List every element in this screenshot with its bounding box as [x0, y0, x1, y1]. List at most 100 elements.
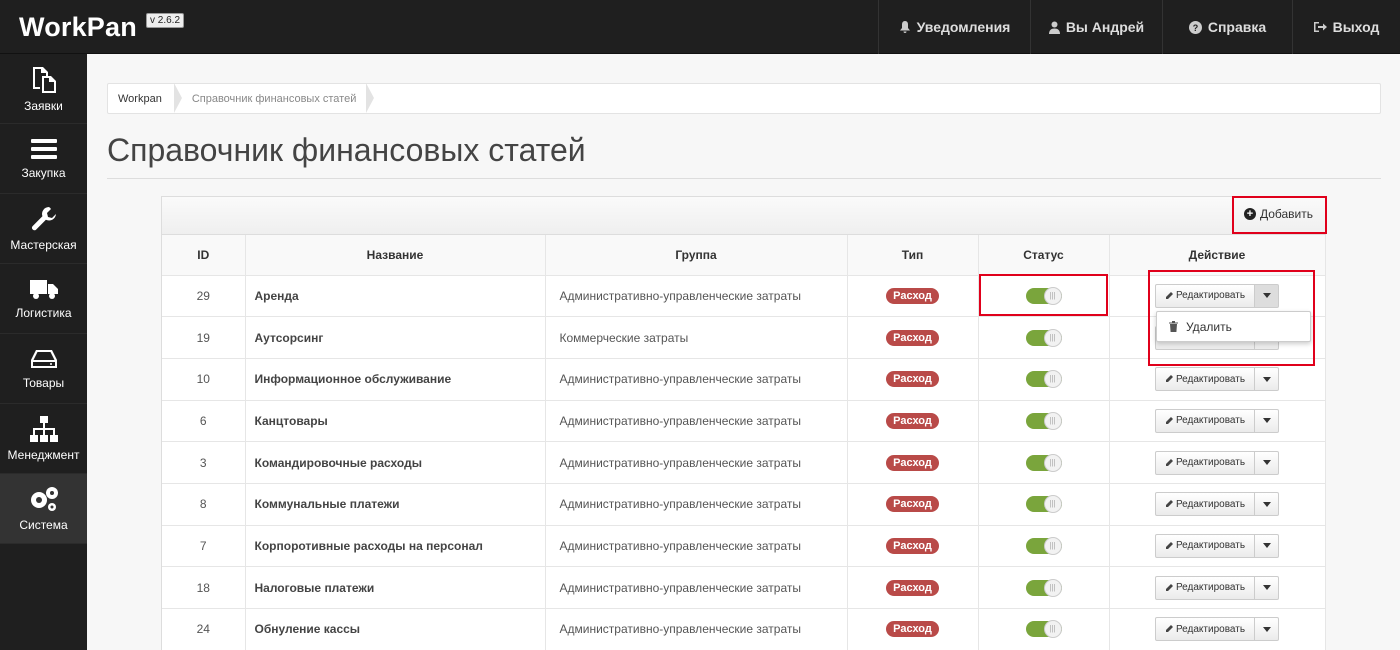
- type-badge: Расход: [886, 621, 939, 638]
- status-toggle[interactable]: |||: [1025, 495, 1062, 514]
- pencil-icon: [1165, 541, 1173, 549]
- bell-icon: [899, 20, 910, 33]
- cell-type: Расход: [847, 566, 979, 609]
- cell-action: Редактировать: [1109, 566, 1326, 609]
- user-label: Вы Андрей: [1065, 19, 1145, 35]
- cell-id: 24: [162, 608, 246, 650]
- cell-action: Редактировать: [1109, 400, 1326, 443]
- sidebar-item-requests[interactable]: Заявки: [0, 54, 87, 124]
- type-badge: Расход: [886, 329, 939, 346]
- column-header-type[interactable]: Тип: [847, 235, 979, 276]
- type-badge: Расход: [886, 537, 939, 554]
- sidebar-item-workshop[interactable]: Мастерская: [0, 194, 87, 264]
- user-icon: [1048, 21, 1060, 34]
- help-label: Справка: [1207, 19, 1267, 35]
- action-button-group: Редактировать: [1154, 575, 1280, 600]
- action-dropdown-toggle[interactable]: [1255, 367, 1280, 392]
- cell-group: Административно-управленческие затраты: [545, 566, 848, 609]
- cell-status: |||: [978, 358, 1110, 401]
- sidebar-item-system[interactable]: Система: [0, 474, 87, 544]
- breadcrumb-item-home[interactable]: Workpan: [108, 83, 182, 114]
- column-header-name[interactable]: Название: [245, 235, 546, 276]
- cell-id: 7: [162, 525, 246, 568]
- edit-button-label: Редактировать: [1175, 582, 1246, 594]
- type-badge: Расход: [886, 496, 939, 513]
- cell-type: Расход: [847, 441, 979, 484]
- type-badge: Расход: [886, 412, 939, 429]
- status-toggle[interactable]: |||: [1025, 578, 1062, 597]
- sidebar-item-logistics[interactable]: Логистика: [0, 264, 87, 334]
- action-dropdown-toggle[interactable]: [1255, 492, 1280, 517]
- status-toggle[interactable]: |||: [1025, 411, 1062, 430]
- edit-button-label: Редактировать: [1175, 498, 1246, 510]
- notifications-button[interactable]: Уведомления: [878, 0, 1030, 54]
- sidebar-item-label: Заявки: [24, 98, 63, 113]
- edit-button[interactable]: Редактировать: [1154, 575, 1256, 600]
- top-nav: Уведомления Вы Андрей ? Справка Выход: [878, 0, 1400, 54]
- help-button[interactable]: ? Справка: [1162, 0, 1292, 54]
- cell-name: Корпоротивные расходы на персонал: [245, 525, 546, 568]
- toggle-knob: |||: [1043, 578, 1062, 597]
- svg-text:?: ?: [1193, 23, 1199, 33]
- panel-header: + Добавить: [162, 197, 1325, 235]
- cell-group: Административно-управленческие затраты: [545, 525, 848, 568]
- edit-button-label: Редактировать: [1175, 623, 1246, 635]
- status-toggle[interactable]: |||: [1025, 453, 1062, 472]
- cell-name: Обнуление кассы: [245, 608, 546, 650]
- column-header-id[interactable]: ID: [162, 235, 246, 276]
- toggle-knob: |||: [1043, 495, 1062, 514]
- caret-down-icon: [1262, 543, 1271, 549]
- type-badge: Расход: [886, 579, 939, 596]
- edit-button[interactable]: Редактировать: [1154, 408, 1256, 433]
- cell-group: Административно-управленческие затраты: [545, 400, 848, 443]
- action-dropdown-toggle[interactable]: [1255, 533, 1280, 558]
- edit-button-label: Редактировать: [1175, 457, 1246, 469]
- status-toggle[interactable]: |||: [1025, 370, 1062, 389]
- logout-button[interactable]: Выход: [1292, 0, 1400, 54]
- action-dropdown-toggle[interactable]: [1255, 408, 1280, 433]
- edit-button-label: Редактировать: [1175, 373, 1246, 385]
- cell-status: |||: [978, 316, 1110, 359]
- cell-status: |||: [978, 608, 1110, 650]
- edit-button[interactable]: Редактировать: [1154, 367, 1256, 392]
- notifications-label: Уведомления: [916, 19, 1011, 35]
- cell-id: 6: [162, 400, 246, 443]
- breadcrumb: Workpan Справочник финансовых статей: [107, 83, 1381, 114]
- user-menu-button[interactable]: Вы Андрей: [1030, 0, 1162, 54]
- sidebar-item-management[interactable]: Менеджмент: [0, 404, 87, 474]
- cell-action: Редактировать: [1109, 441, 1326, 484]
- brand-logo[interactable]: WorkPan: [19, 12, 137, 43]
- table-row: 18 Налоговые платежи Административно-управ…: [162, 566, 1326, 609]
- column-header-group[interactable]: Группа: [545, 235, 848, 276]
- pencil-icon: [1165, 500, 1173, 508]
- cell-name: Командировочные расходы: [245, 441, 546, 484]
- cell-name: Канцтовары: [245, 400, 546, 443]
- pencil-icon: [1165, 416, 1173, 424]
- status-toggle[interactable]: |||: [1025, 328, 1062, 347]
- status-toggle[interactable]: |||: [1025, 536, 1062, 555]
- action-button-group: Редактировать: [1154, 367, 1280, 392]
- edit-button[interactable]: Редактировать: [1154, 617, 1256, 642]
- cell-type: Расход: [847, 275, 979, 318]
- cell-name: Аутсорсинг: [245, 316, 546, 359]
- status-toggle[interactable]: |||: [1025, 620, 1062, 639]
- action-dropdown-toggle[interactable]: [1255, 450, 1280, 475]
- pencil-icon: [1165, 375, 1173, 383]
- cell-name: Налоговые платежи: [245, 566, 546, 609]
- sidebar-item-goods[interactable]: Товары: [0, 334, 87, 404]
- documents-icon: [32, 66, 56, 93]
- edit-button[interactable]: Редактировать: [1154, 492, 1256, 517]
- sidebar-item-purchases[interactable]: Закупка: [0, 124, 87, 194]
- table-row: 7 Корпоротивные расходы на персонал Админи…: [162, 525, 1326, 568]
- gears-icon: [30, 486, 58, 511]
- action-dropdown-toggle[interactable]: [1255, 617, 1280, 642]
- edit-button[interactable]: Редактировать: [1154, 533, 1256, 558]
- action-dropdown-toggle[interactable]: [1255, 575, 1280, 600]
- type-badge: Расход: [886, 454, 939, 471]
- edit-button[interactable]: Редактировать: [1154, 450, 1256, 475]
- cell-status: |||: [978, 525, 1110, 568]
- table-row: 8 Коммунальные платежи Административно-упр…: [162, 483, 1326, 526]
- column-header-status[interactable]: Статус: [978, 235, 1110, 276]
- sidebar-item-label: Логистика: [15, 305, 72, 320]
- sitemap-icon: [29, 415, 58, 442]
